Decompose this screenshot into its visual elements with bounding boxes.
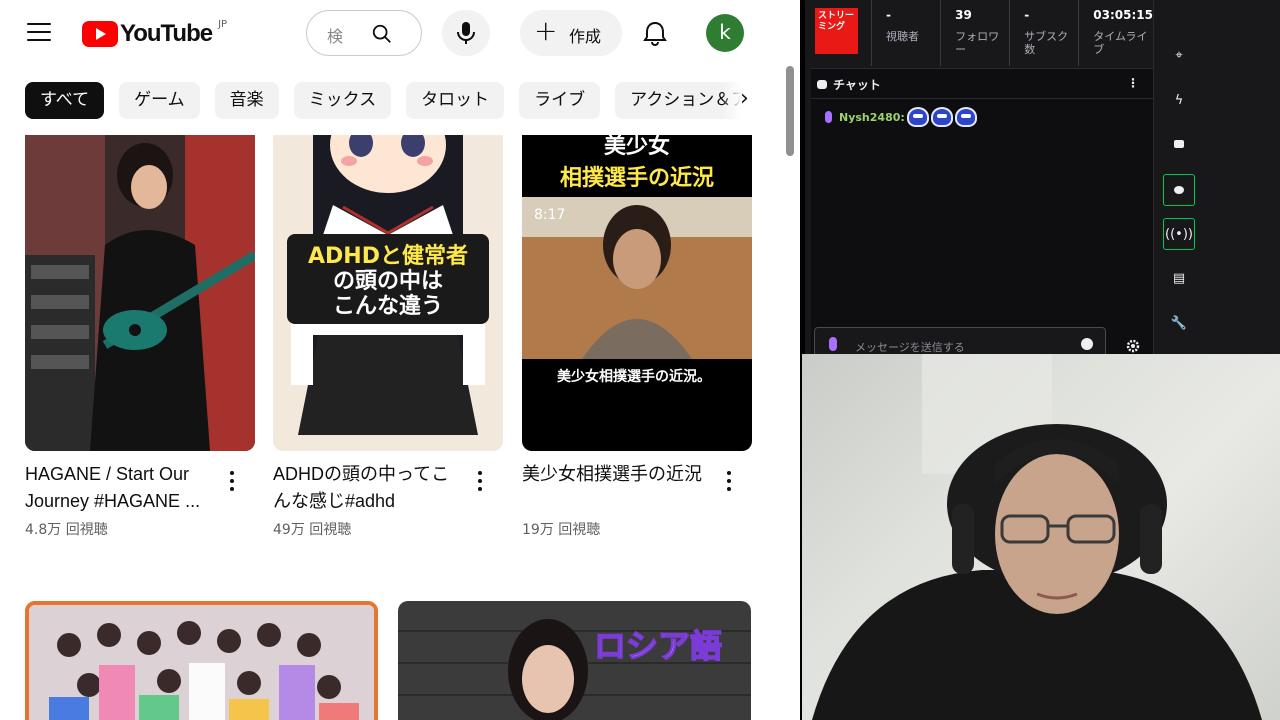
notifications-bell-icon[interactable] xyxy=(641,19,669,47)
webcam-feed xyxy=(802,354,1280,720)
chip-mix[interactable]: ミックス xyxy=(293,82,392,119)
stat-value: 39 xyxy=(955,8,972,22)
emote-picker-icon[interactable] xyxy=(1081,338,1093,350)
create-button[interactable]: + 作成 xyxy=(520,10,622,56)
video-title[interactable]: 美少女相撲選手の近況 xyxy=(522,461,712,488)
video-thumbnail-sumo[interactable]: 美少女 相撲選手の近況 8:17 美少女相撲選手の近況。 xyxy=(522,135,752,451)
chat-header: チャット ⋮ xyxy=(811,69,1153,99)
emote-icon xyxy=(954,107,977,127)
video-thumbnail-adhd[interactable]: ADHDと健常者 の頭の中は こんな違う xyxy=(273,135,503,451)
notes-icon[interactable] xyxy=(1163,129,1195,161)
thumb-timestamp: 8:17 xyxy=(534,207,565,223)
video-thumbnail-idol-group[interactable] xyxy=(25,601,378,720)
more-options-icon[interactable] xyxy=(722,471,736,493)
chip-all[interactable]: すべて xyxy=(25,82,105,119)
live-badge: ストリーミング xyxy=(815,8,858,54)
chip-tarot[interactable]: タロット xyxy=(406,82,505,119)
search-input[interactable]: 検 xyxy=(327,23,343,47)
chat-message-input[interactable]: メッセージを送信する xyxy=(814,327,1106,354)
view-count: 19万 回視聴 xyxy=(522,522,601,538)
search-icon[interactable] xyxy=(371,23,393,45)
broadcast-icon[interactable]: ((•)) xyxy=(1163,218,1195,250)
video-title[interactable]: ADHDの頭の中ってこんな感じ#adhd xyxy=(273,461,463,515)
more-options-icon[interactable] xyxy=(225,471,239,493)
chat-message: Nysh2480: xyxy=(825,107,977,127)
stat-label: サブスク数 xyxy=(1024,30,1069,56)
stat-label: フォロワー xyxy=(955,30,1000,56)
plus-icon: + xyxy=(534,14,558,47)
voice-search-button[interactable] xyxy=(442,10,490,56)
stat-label: タイムライブ xyxy=(1093,30,1148,56)
mic-icon[interactable] xyxy=(829,337,837,351)
thumb-text-line1: ADHDと健常者 xyxy=(308,243,468,269)
video-title[interactable]: HAGANE / Start Our Journey #HAGANE ... xyxy=(25,461,215,515)
account-avatar[interactable]: k xyxy=(706,14,744,52)
activity-feed-icon[interactable]: ▤ xyxy=(1163,263,1195,295)
more-options-icon[interactable] xyxy=(473,471,487,493)
youtube-play-icon xyxy=(82,21,118,47)
create-label: 作成 xyxy=(569,27,602,46)
stat-subscriptions: - サブスク数 xyxy=(1009,0,1078,66)
youtube-panel: YouTube JP 検 + 作成 k すべて ゲーム 音楽 ミックス タロット xyxy=(0,0,800,720)
video-thumbnail-bass-player[interactable] xyxy=(25,135,255,451)
search-box[interactable]: 検 xyxy=(306,10,422,56)
stat-label: 視聴者 xyxy=(886,30,919,43)
stat-viewers: - 視聴者 xyxy=(871,0,940,66)
emote-icon xyxy=(906,107,929,127)
chat-input-placeholder: メッセージを送信する xyxy=(855,341,965,354)
stat-followers: 39 フォロワー xyxy=(940,0,1009,66)
quick-actions-lightning-icon[interactable]: ϟ xyxy=(1163,85,1195,117)
thumb-caption: 美少女相撲選手の近況。 xyxy=(557,368,711,385)
stat-value: - xyxy=(886,8,891,22)
screenshot-tool-icon[interactable]: ⌖ xyxy=(1163,40,1195,72)
chip-live[interactable]: ライブ xyxy=(519,82,601,119)
chat-options-icon[interactable]: ⋮ xyxy=(1127,76,1139,90)
thumb-text-line2: の頭の中は xyxy=(333,269,443,294)
dashboard-side-toolbar: ⌖ ϟ ((•)) ▤ 🔧 xyxy=(1153,0,1207,354)
webcam-person-image xyxy=(812,354,1262,720)
chat-settings-gear-icon[interactable] xyxy=(1126,339,1140,353)
youtube-logo[interactable]: YouTube JP xyxy=(82,18,228,48)
view-count: 49万 回視聴 xyxy=(273,522,352,538)
category-chips: すべて ゲーム 音楽 ミックス タロット ライブ アクション＆ア xyxy=(25,82,764,119)
wrench-settings-icon[interactable]: 🔧 xyxy=(1163,308,1195,340)
thumb-top-line2: 相撲選手の近況 xyxy=(560,165,714,191)
thumb-top-line1: 美少女 xyxy=(604,135,670,159)
stat-value: 03:05:15 xyxy=(1093,8,1153,22)
stat-uptime: 03:05:15 タイムライブ xyxy=(1078,0,1153,66)
thumb-text-line3: こんな違う xyxy=(333,293,443,319)
emote-icon xyxy=(930,107,953,127)
view-count: 4.8万 回視聴 xyxy=(25,522,108,538)
chip-music[interactable]: 音楽 xyxy=(214,82,279,119)
chat-panel: チャット ⋮ Nysh2480: メッセージを送信する xyxy=(811,68,1153,354)
mic-badge-icon xyxy=(825,111,832,123)
chevron-right-icon: › xyxy=(740,86,749,111)
chat-toggle-icon[interactable] xyxy=(1163,174,1195,206)
region-code: JP xyxy=(218,18,228,30)
stream-dashboard: ストリーミング - 視聴者 39 フォロワー - サブスク数 03:05:15 … xyxy=(805,0,1280,354)
stream-stats-bar: ストリーミング - 視聴者 39 フォロワー - サブスク数 03:05:15 … xyxy=(805,0,1153,66)
chip-games[interactable]: ゲーム xyxy=(119,82,200,119)
microphone-icon xyxy=(457,22,475,44)
thumb-russian-text: ロシア語 xyxy=(594,627,722,665)
chat-username[interactable]: Nysh2480: xyxy=(839,111,905,124)
chat-title: チャット xyxy=(833,78,881,92)
page-scrollbar[interactable] xyxy=(786,66,794,156)
chat-bubble-icon xyxy=(817,80,827,89)
logo-text: YouTube xyxy=(120,20,213,47)
live-status: ストリーミング xyxy=(805,0,871,66)
video-thumbnail-russian[interactable]: ロシア語 xyxy=(398,601,751,720)
chips-next-button[interactable]: › xyxy=(722,80,770,122)
youtube-header: YouTube JP 検 + 作成 k xyxy=(0,0,800,66)
stat-value: - xyxy=(1024,8,1030,22)
menu-icon[interactable] xyxy=(27,23,51,41)
